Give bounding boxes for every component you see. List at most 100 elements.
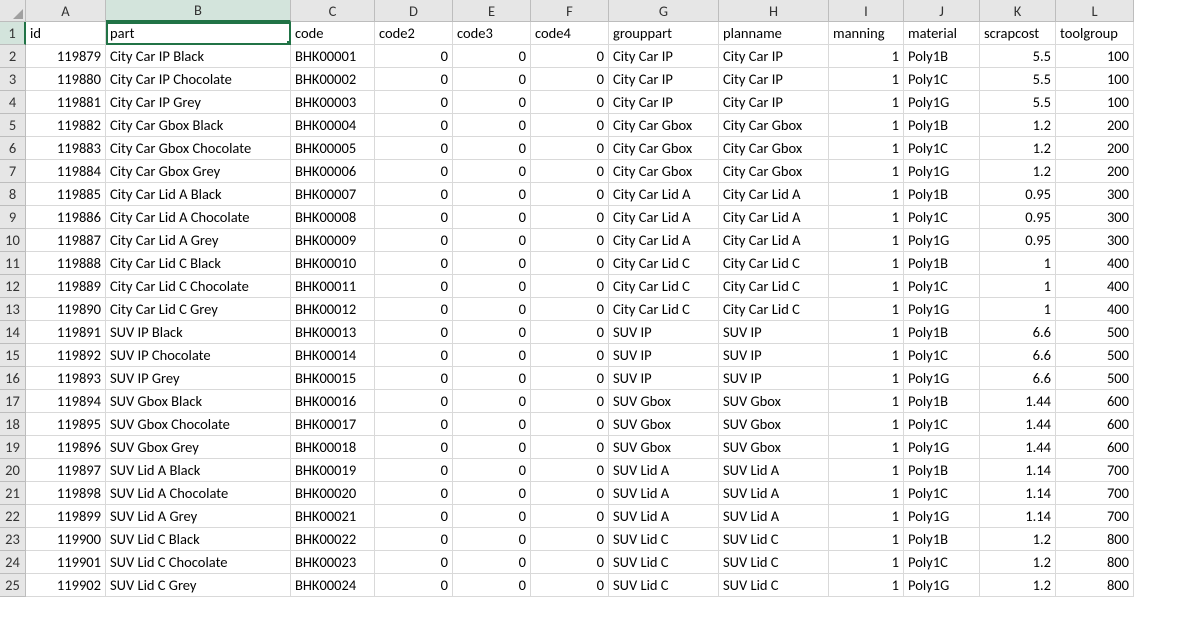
cell-D2[interactable]: 0 xyxy=(375,45,453,68)
cell-C1[interactable]: code xyxy=(291,22,375,45)
cell-J25[interactable]: Poly1G xyxy=(904,574,980,597)
cell-H17[interactable]: SUV Gbox xyxy=(719,390,829,413)
cell-B22[interactable]: SUV Lid A Grey xyxy=(106,505,291,528)
cell-J8[interactable]: Poly1B xyxy=(904,183,980,206)
cell-H20[interactable]: SUV Lid A xyxy=(719,459,829,482)
cell-G23[interactable]: SUV Lid C xyxy=(609,528,719,551)
cell-B12[interactable]: City Car Lid C Chocolate xyxy=(106,275,291,298)
cell-F13[interactable]: 0 xyxy=(531,298,609,321)
cell-L15[interactable]: 500 xyxy=(1056,344,1134,367)
cell-L20[interactable]: 700 xyxy=(1056,459,1134,482)
cell-I19[interactable]: 1 xyxy=(829,436,904,459)
cell-C25[interactable]: BHK00024 xyxy=(291,574,375,597)
cell-E2[interactable]: 0 xyxy=(453,45,531,68)
cell-E22[interactable]: 0 xyxy=(453,505,531,528)
cell-D12[interactable]: 0 xyxy=(375,275,453,298)
cell-D6[interactable]: 0 xyxy=(375,137,453,160)
cell-G14[interactable]: SUV IP xyxy=(609,321,719,344)
row-header-6[interactable]: 6 xyxy=(0,137,26,160)
column-header-K[interactable]: K xyxy=(980,0,1056,22)
cell-D10[interactable]: 0 xyxy=(375,229,453,252)
cell-H6[interactable]: City Car Gbox xyxy=(719,137,829,160)
cell-G9[interactable]: City Car Lid A xyxy=(609,206,719,229)
cell-B4[interactable]: City Car IP Grey xyxy=(106,91,291,114)
row-header-1[interactable]: 1 xyxy=(0,22,26,45)
column-header-A[interactable]: A xyxy=(26,0,106,22)
cell-H4[interactable]: City Car IP xyxy=(719,91,829,114)
cell-J11[interactable]: Poly1B xyxy=(904,252,980,275)
cell-B2[interactable]: City Car IP Black xyxy=(106,45,291,68)
cell-H21[interactable]: SUV Lid A xyxy=(719,482,829,505)
cell-L13[interactable]: 400 xyxy=(1056,298,1134,321)
cell-H10[interactable]: City Car Lid A xyxy=(719,229,829,252)
cell-D16[interactable]: 0 xyxy=(375,367,453,390)
cell-J24[interactable]: Poly1C xyxy=(904,551,980,574)
cell-L24[interactable]: 800 xyxy=(1056,551,1134,574)
cell-L10[interactable]: 300 xyxy=(1056,229,1134,252)
cell-A12[interactable]: 119889 xyxy=(26,275,106,298)
cell-K17[interactable]: 1.44 xyxy=(980,390,1056,413)
column-header-H[interactable]: H xyxy=(719,0,829,22)
cell-G21[interactable]: SUV Lid A xyxy=(609,482,719,505)
cell-K22[interactable]: 1.14 xyxy=(980,505,1056,528)
cell-J10[interactable]: Poly1G xyxy=(904,229,980,252)
cell-D5[interactable]: 0 xyxy=(375,114,453,137)
cell-L14[interactable]: 500 xyxy=(1056,321,1134,344)
cell-J7[interactable]: Poly1G xyxy=(904,160,980,183)
cell-C12[interactable]: BHK00011 xyxy=(291,275,375,298)
cell-E25[interactable]: 0 xyxy=(453,574,531,597)
cell-I18[interactable]: 1 xyxy=(829,413,904,436)
cell-F9[interactable]: 0 xyxy=(531,206,609,229)
cell-B7[interactable]: City Car Gbox Grey xyxy=(106,160,291,183)
cell-E1[interactable]: code3 xyxy=(453,22,531,45)
cell-H2[interactable]: City Car IP xyxy=(719,45,829,68)
cell-K24[interactable]: 1.2 xyxy=(980,551,1056,574)
cell-I4[interactable]: 1 xyxy=(829,91,904,114)
cell-L1[interactable]: toolgroup xyxy=(1056,22,1134,45)
cell-H9[interactable]: City Car Lid A xyxy=(719,206,829,229)
row-header-7[interactable]: 7 xyxy=(0,160,26,183)
column-header-D[interactable]: D xyxy=(375,0,453,22)
cell-C2[interactable]: BHK00001 xyxy=(291,45,375,68)
cell-G3[interactable]: City Car IP xyxy=(609,68,719,91)
cell-G20[interactable]: SUV Lid A xyxy=(609,459,719,482)
cell-I22[interactable]: 1 xyxy=(829,505,904,528)
row-header-18[interactable]: 18 xyxy=(0,413,26,436)
cell-E6[interactable]: 0 xyxy=(453,137,531,160)
cell-C11[interactable]: BHK00010 xyxy=(291,252,375,275)
cell-E4[interactable]: 0 xyxy=(453,91,531,114)
cell-B15[interactable]: SUV IP Chocolate xyxy=(106,344,291,367)
row-header-22[interactable]: 22 xyxy=(0,505,26,528)
cell-D25[interactable]: 0 xyxy=(375,574,453,597)
column-header-G[interactable]: G xyxy=(609,0,719,22)
cell-A18[interactable]: 119895 xyxy=(26,413,106,436)
cell-J3[interactable]: Poly1C xyxy=(904,68,980,91)
cell-I2[interactable]: 1 xyxy=(829,45,904,68)
cell-E7[interactable]: 0 xyxy=(453,160,531,183)
cell-B14[interactable]: SUV IP Black xyxy=(106,321,291,344)
cell-E3[interactable]: 0 xyxy=(453,68,531,91)
cell-A25[interactable]: 119902 xyxy=(26,574,106,597)
cell-C24[interactable]: BHK00023 xyxy=(291,551,375,574)
cell-E10[interactable]: 0 xyxy=(453,229,531,252)
cell-L8[interactable]: 300 xyxy=(1056,183,1134,206)
cell-D17[interactable]: 0 xyxy=(375,390,453,413)
column-header-E[interactable]: E xyxy=(453,0,531,22)
cell-K1[interactable]: scrapcost xyxy=(980,22,1056,45)
cell-L9[interactable]: 300 xyxy=(1056,206,1134,229)
cell-A9[interactable]: 119886 xyxy=(26,206,106,229)
cell-G18[interactable]: SUV Gbox xyxy=(609,413,719,436)
cell-A14[interactable]: 119891 xyxy=(26,321,106,344)
cell-E23[interactable]: 0 xyxy=(453,528,531,551)
cell-F12[interactable]: 0 xyxy=(531,275,609,298)
cell-H11[interactable]: City Car Lid C xyxy=(719,252,829,275)
cell-I15[interactable]: 1 xyxy=(829,344,904,367)
cell-I9[interactable]: 1 xyxy=(829,206,904,229)
spreadsheet-grid[interactable]: ABCDEFGHIJKL1idpartcodecode2code3code4gr… xyxy=(0,0,1185,597)
cell-C19[interactable]: BHK00018 xyxy=(291,436,375,459)
cell-B3[interactable]: City Car IP Chocolate xyxy=(106,68,291,91)
cell-C18[interactable]: BHK00017 xyxy=(291,413,375,436)
cell-D7[interactable]: 0 xyxy=(375,160,453,183)
cell-F24[interactable]: 0 xyxy=(531,551,609,574)
cell-J1[interactable]: material xyxy=(904,22,980,45)
